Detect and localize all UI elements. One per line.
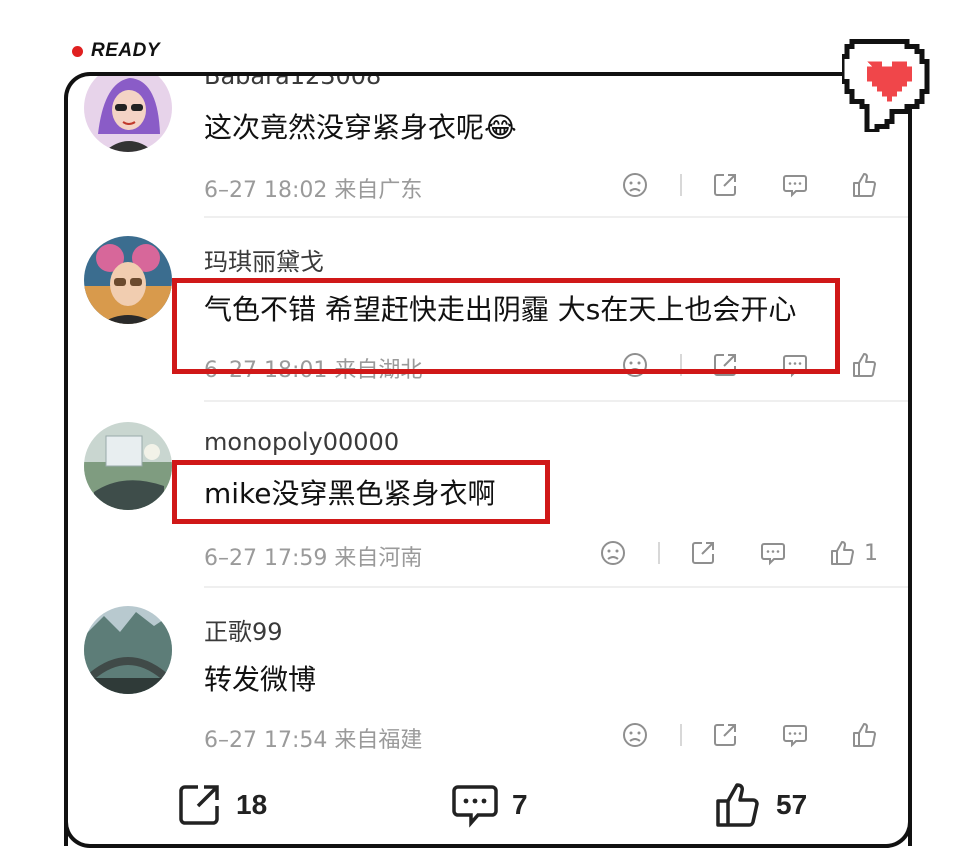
divider [658, 542, 660, 564]
status-label: READY [91, 40, 161, 61]
username[interactable]: 正歌99 [204, 612, 283, 647]
comment-meta: 6–27 17:59 来自河南 [204, 546, 423, 571]
comment-actions [620, 718, 900, 752]
avatar[interactable] [84, 76, 172, 152]
thumbs-up-icon [853, 173, 876, 197]
share-button[interactable] [710, 720, 740, 750]
dislike-button[interactable] [620, 170, 650, 200]
status-indicator: READY [72, 40, 160, 62]
username[interactable]: monopoly00000 [204, 428, 399, 456]
comment-text: 这次竟然没穿紧身衣呢😂 [204, 111, 517, 144]
divider [680, 174, 682, 196]
comment-actions: 1 [598, 536, 878, 570]
avatar[interactable] [84, 606, 172, 694]
divider [204, 400, 908, 402]
dislike-button[interactable] [598, 538, 628, 568]
comment-icon [761, 543, 785, 566]
thumbs-up-icon [831, 541, 854, 565]
sad-face-icon [623, 173, 647, 197]
share-button[interactable] [688, 538, 718, 568]
thumbs-up-icon [853, 723, 876, 747]
highlight-box [172, 460, 550, 524]
username[interactable]: Babara123008 [204, 76, 381, 90]
avatar[interactable] [84, 422, 172, 510]
comment-meta: 6–27 18:02 来自广东 [204, 178, 423, 203]
like-button[interactable] [850, 720, 880, 750]
divider [204, 586, 908, 588]
share-icon [714, 174, 736, 196]
share-button[interactable] [710, 170, 740, 200]
comment-meta: 6–27 17:54 来自福建 [204, 728, 423, 753]
status-dot [72, 45, 83, 57]
avatar[interactable] [84, 236, 172, 324]
comment-actions [620, 168, 900, 202]
share-icon [714, 724, 736, 746]
reply-button[interactable] [780, 170, 810, 200]
panel-frame [64, 810, 912, 848]
reply-button[interactable] [780, 720, 810, 750]
like-button[interactable] [850, 350, 880, 380]
comment-icon [783, 175, 807, 198]
like-button[interactable]: 1 [828, 538, 878, 568]
comment-text: 转发微博 [204, 663, 317, 696]
divider [204, 216, 908, 218]
heart-badge-icon [842, 39, 930, 132]
sad-face-icon [601, 541, 625, 565]
divider [680, 724, 682, 746]
highlight-box [172, 278, 840, 374]
share-icon [692, 542, 714, 564]
sad-face-icon [623, 723, 647, 747]
username[interactable]: 玛琪丽黛戈 [204, 242, 324, 277]
comment-icon [783, 725, 807, 748]
thumbs-up-icon [853, 353, 876, 377]
dislike-button[interactable] [620, 720, 650, 750]
like-button[interactable] [850, 170, 880, 200]
like-count: 1 [864, 540, 878, 566]
reply-button[interactable] [758, 538, 788, 568]
comment-panel: Babara123008 这次竟然没穿紧身衣呢😂 6–27 18:02 来自广东 [64, 72, 912, 846]
